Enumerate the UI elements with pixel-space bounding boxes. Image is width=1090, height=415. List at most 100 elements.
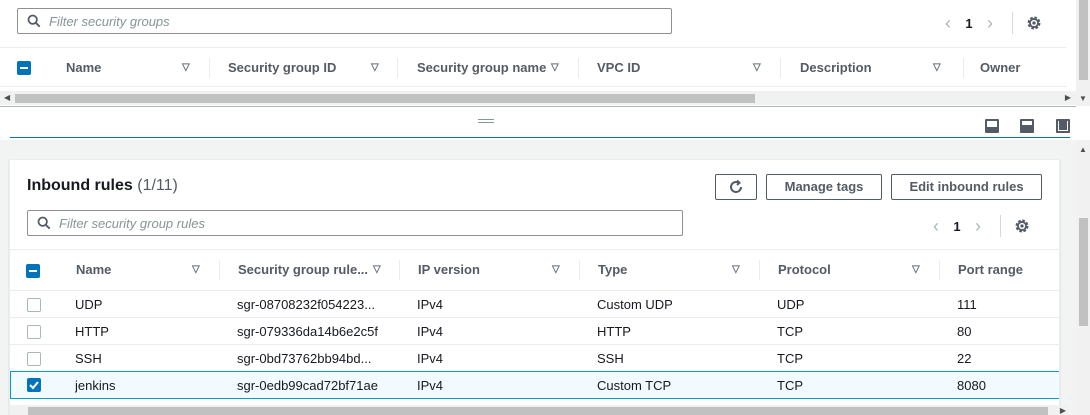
search-icon <box>37 216 51 230</box>
scrollbar-thumb[interactable] <box>1079 0 1088 80</box>
security-groups-search-input[interactable]: Filter security groups <box>17 8 672 34</box>
page-number[interactable]: 1 <box>944 219 970 234</box>
chevron-left-icon[interactable]: ‹ <box>928 217 944 235</box>
cell-protocol: TCP <box>777 324 803 339</box>
column-header-description[interactable]: Description ▽ <box>800 48 964 88</box>
select-all-checkbox[interactable] <box>17 61 31 75</box>
sort-icon[interactable]: ▽ <box>192 250 200 290</box>
checkmark-icon <box>29 381 39 390</box>
rules-pagination: ‹ 1 › <box>928 215 1031 237</box>
cell-ip-version: IPv4 <box>417 324 444 339</box>
sort-icon[interactable]: ▽ <box>552 250 560 290</box>
sort-icon[interactable]: ▽ <box>933 48 941 88</box>
pagination-divider <box>1012 12 1013 34</box>
gear-icon[interactable] <box>1025 14 1043 32</box>
column-header-port-range[interactable]: Port range <box>958 250 1058 290</box>
scroll-down-icon[interactable]: ▼ <box>1079 94 1087 103</box>
scroll-left-icon[interactable]: ◀ <box>4 93 10 102</box>
cell-type: Custom TCP <box>597 378 672 393</box>
inbound-rules-card: Inbound rules (1/11) Manage tags Edit in… <box>9 159 1060 415</box>
column-header-name[interactable]: Name ▽ <box>66 48 210 88</box>
rules-horizontal-scrollbar[interactable]: ▶ <box>10 405 1068 415</box>
cell-rule-id[interactable]: sgr-0bd73762bb94bd... <box>237 345 397 372</box>
rules-table-header: Name ▽ Security group rule... ▽ IP version… <box>10 249 1059 291</box>
chevron-right-icon[interactable]: › <box>970 217 986 235</box>
select-all-checkbox[interactable] <box>26 264 40 278</box>
top-pagination: ‹ 1 › <box>940 12 1043 34</box>
rules-search-input[interactable]: Filter security group rules <box>27 210 683 236</box>
sort-icon[interactable]: ▽ <box>371 48 379 88</box>
search-placeholder: Filter security groups <box>49 14 170 29</box>
scrollbar-thumb[interactable] <box>1079 218 1088 326</box>
refresh-icon <box>730 179 743 193</box>
column-header-type[interactable]: Type ▽ <box>598 250 760 290</box>
cell-type: HTTP <box>597 324 631 339</box>
top-vertical-scrollbar[interactable]: ▼ <box>1076 0 1090 106</box>
cell-port-range: 80 <box>957 324 972 339</box>
panel-bottom-icon[interactable] <box>985 119 999 133</box>
split-divider <box>10 137 1070 138</box>
sort-icon[interactable]: ▽ <box>753 48 761 88</box>
cell-protocol: TCP <box>777 378 803 393</box>
security-groups-table-header: Name ▽ Security group ID ▽ Security group … <box>0 47 1066 87</box>
selection-count: (1/11) <box>137 177 178 194</box>
cell-port-range: 8080 <box>957 378 986 393</box>
cell-protocol: UDP <box>777 297 805 312</box>
sort-icon[interactable]: ▽ <box>732 250 740 290</box>
cell-rule-id[interactable]: sgr-08708232f054223... <box>237 291 397 318</box>
sort-icon[interactable]: ▽ <box>373 250 381 290</box>
row-checkbox[interactable] <box>27 352 41 366</box>
gear-icon[interactable] <box>1013 217 1031 235</box>
cell-ip-version: IPv4 <box>417 378 444 393</box>
scroll-up-icon[interactable]: ▲ <box>1079 145 1087 154</box>
column-header-ip-version[interactable]: IP version ▽ <box>418 250 580 290</box>
scroll-right-icon[interactable]: ▶ <box>1065 93 1071 102</box>
row-checkbox-checked[interactable] <box>27 378 41 392</box>
table-row[interactable]: SSH sgr-0bd73762bb94bd... IPv4 SSH TCP 2… <box>10 345 1059 372</box>
manage-tags-button[interactable]: Manage tags <box>766 174 882 200</box>
column-header-owner[interactable]: Owner <box>980 48 1060 88</box>
scrollbar-thumb[interactable] <box>15 94 755 103</box>
table-row-selected[interactable]: jenkins sgr-0edb99cad72bf71ae IPv4 Custo… <box>10 371 1059 399</box>
sort-icon[interactable]: ▽ <box>182 48 190 88</box>
column-header-rule-id[interactable]: Security group rule... ▽ <box>238 250 400 290</box>
cell-rule-id[interactable]: sgr-0edb99cad72bf71ae <box>237 372 397 399</box>
cell-ip-version: IPv4 <box>417 297 444 312</box>
refresh-button[interactable] <box>715 174 757 200</box>
edit-inbound-rules-button[interactable]: Edit inbound rules <box>891 174 1042 200</box>
row-checkbox[interactable] <box>27 298 41 312</box>
panel-full-icon[interactable] <box>1056 119 1070 133</box>
resize-handle[interactable] <box>478 119 494 123</box>
column-header-protocol[interactable]: Protocol ▽ <box>778 250 940 290</box>
column-header-security-group-id[interactable]: Security group ID ▽ <box>228 48 398 88</box>
table-row[interactable]: HTTP sgr-079336da14b6e2c5f IPv4 HTTP TCP… <box>10 318 1059 345</box>
cell-protocol: TCP <box>777 351 803 366</box>
column-header-name[interactable]: Name ▽ <box>76 250 220 290</box>
column-header-vpc-id[interactable]: VPC ID ▽ <box>597 48 781 88</box>
cell-name: UDP <box>75 297 103 312</box>
page-number[interactable]: 1 <box>956 16 982 31</box>
table-row[interactable]: UDP sgr-08708232f054223... IPv4 Custom U… <box>10 291 1059 318</box>
cell-port-range: 22 <box>957 351 972 366</box>
cell-name: SSH <box>75 351 102 366</box>
cell-type: SSH <box>597 351 624 366</box>
row-checkbox[interactable] <box>27 325 41 339</box>
column-header-security-group-name[interactable]: Security group name ▽ <box>417 48 579 88</box>
cell-rule-id[interactable]: sgr-079336da14b6e2c5f <box>237 318 397 345</box>
sort-icon[interactable]: ▽ <box>551 48 559 88</box>
sort-icon[interactable]: ▽ <box>912 250 920 290</box>
scroll-right-icon[interactable]: ▶ <box>1060 406 1066 415</box>
cell-name: HTTP <box>75 324 109 339</box>
cell-name: jenkins <box>75 378 116 393</box>
bottom-vertical-scrollbar[interactable]: ▲ <box>1076 140 1090 415</box>
search-placeholder: Filter security group rules <box>59 216 205 231</box>
details-panel: Inbound rules (1/11) Manage tags Edit in… <box>0 140 1076 415</box>
chevron-right-icon[interactable]: › <box>982 14 998 32</box>
inbound-rules-title: Inbound rules (1/11) <box>27 177 178 194</box>
pagination-divider <box>1000 215 1001 237</box>
top-horizontal-scrollbar[interactable]: ◀ ▶ <box>0 91 1076 105</box>
scrollbar-thumb[interactable] <box>28 407 1048 415</box>
chevron-left-icon[interactable]: ‹ <box>940 14 956 32</box>
panel-half-icon[interactable] <box>1020 119 1034 133</box>
security-groups-panel: Filter security groups ‹ 1 › Name ▽ Secur… <box>0 0 1076 106</box>
